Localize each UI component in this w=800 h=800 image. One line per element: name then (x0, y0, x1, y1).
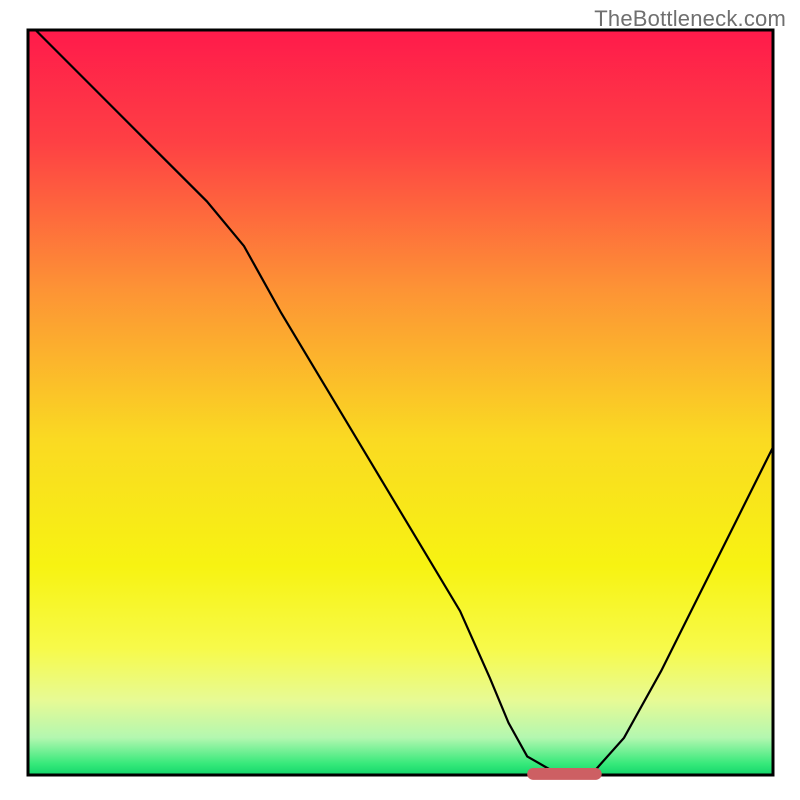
bottleneck-chart (0, 0, 800, 800)
watermark-text: TheBottleneck.com (594, 6, 786, 32)
chart-container: TheBottleneck.com (0, 0, 800, 800)
plot-background (28, 30, 773, 775)
optimal-range-marker (527, 768, 602, 780)
